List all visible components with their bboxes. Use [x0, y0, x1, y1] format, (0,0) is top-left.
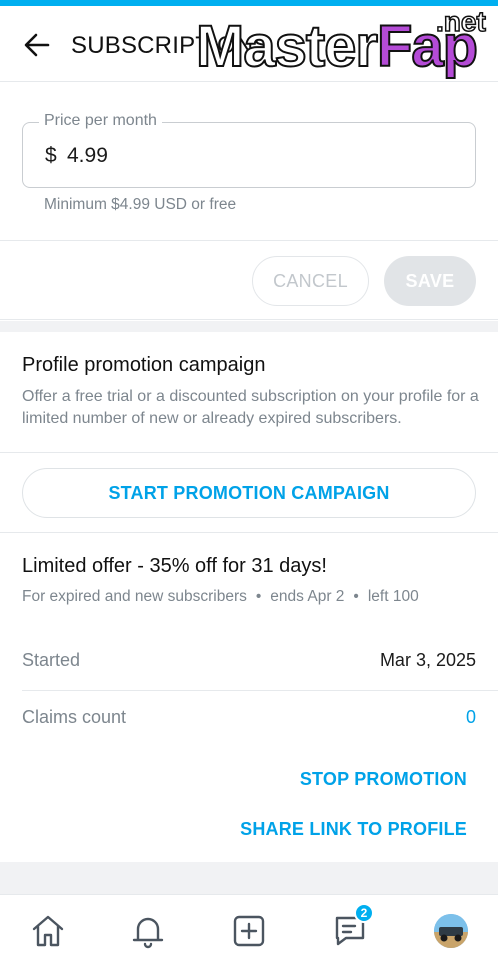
- started-row: Started Mar 3, 2025: [0, 634, 498, 690]
- save-button[interactable]: SAVE: [384, 256, 476, 306]
- nav-messages[interactable]: 2: [330, 903, 374, 951]
- back-button[interactable]: [22, 30, 52, 60]
- home-icon: [32, 915, 64, 947]
- price-section: Price per month $ 4.99 Minimum $4.99 USD…: [0, 83, 498, 241]
- stop-promotion-button[interactable]: STOP PROMOTION: [300, 769, 467, 790]
- nav-add-post[interactable]: [229, 911, 269, 951]
- avatar: [434, 914, 468, 948]
- offer-title: Limited offer - 35% off for 31 days!: [22, 555, 327, 577]
- messages-badge: 2: [354, 903, 374, 923]
- price-input[interactable]: Price per month $ 4.99: [22, 112, 476, 188]
- offer-end-date: ends Apr 2: [270, 588, 345, 605]
- started-value: Mar 3, 2025: [379, 650, 476, 670]
- arrow-left-icon: [24, 33, 50, 57]
- promotion-description: Offer a free trial or a discounted subsc…: [22, 388, 479, 427]
- price-input-label: Price per month: [39, 112, 162, 130]
- nav-home[interactable]: [28, 911, 68, 951]
- app-header: SUBSCRIPTIONS MasterFap .net: [0, 5, 498, 82]
- section-divider: [0, 321, 498, 332]
- share-link-button[interactable]: SHARE LINK TO PROFILE: [240, 819, 467, 840]
- price-hint: Minimum $4.99 USD or free: [44, 196, 237, 213]
- watermark-logo: MasterFap .net: [195, 5, 487, 80]
- started-label: Started: [22, 650, 81, 670]
- start-promotion-button[interactable]: START PROMOTION CAMPAIGN: [22, 468, 476, 518]
- price-value[interactable]: 4.99: [67, 144, 108, 168]
- offer-audience: For expired and new subscribers: [22, 588, 247, 605]
- nav-profile[interactable]: [431, 911, 471, 951]
- promotion-title: Profile promotion campaign: [22, 354, 266, 376]
- offer-remaining: left 100: [367, 588, 419, 605]
- promotion-section: Profile promotion campaign Offer a free …: [0, 332, 498, 453]
- claims-row: Claims count 0: [0, 691, 498, 747]
- section-divider: [0, 862, 498, 894]
- claims-count-link[interactable]: 0: [466, 707, 476, 728]
- bell-icon: [132, 917, 164, 949]
- claims-label: Claims count: [22, 707, 127, 727]
- currency-symbol: $: [45, 144, 57, 167]
- start-promotion-section: START PROMOTION CAMPAIGN: [0, 453, 498, 533]
- bottom-navigation: 2: [0, 894, 498, 960]
- add-post-icon: [233, 915, 265, 947]
- cancel-button[interactable]: CANCEL: [252, 256, 369, 306]
- nav-notifications[interactable]: [128, 911, 168, 951]
- form-actions: CANCEL SAVE: [0, 242, 498, 320]
- offer-meta: For expired and new subscribers • ends Apr…: [22, 588, 419, 605]
